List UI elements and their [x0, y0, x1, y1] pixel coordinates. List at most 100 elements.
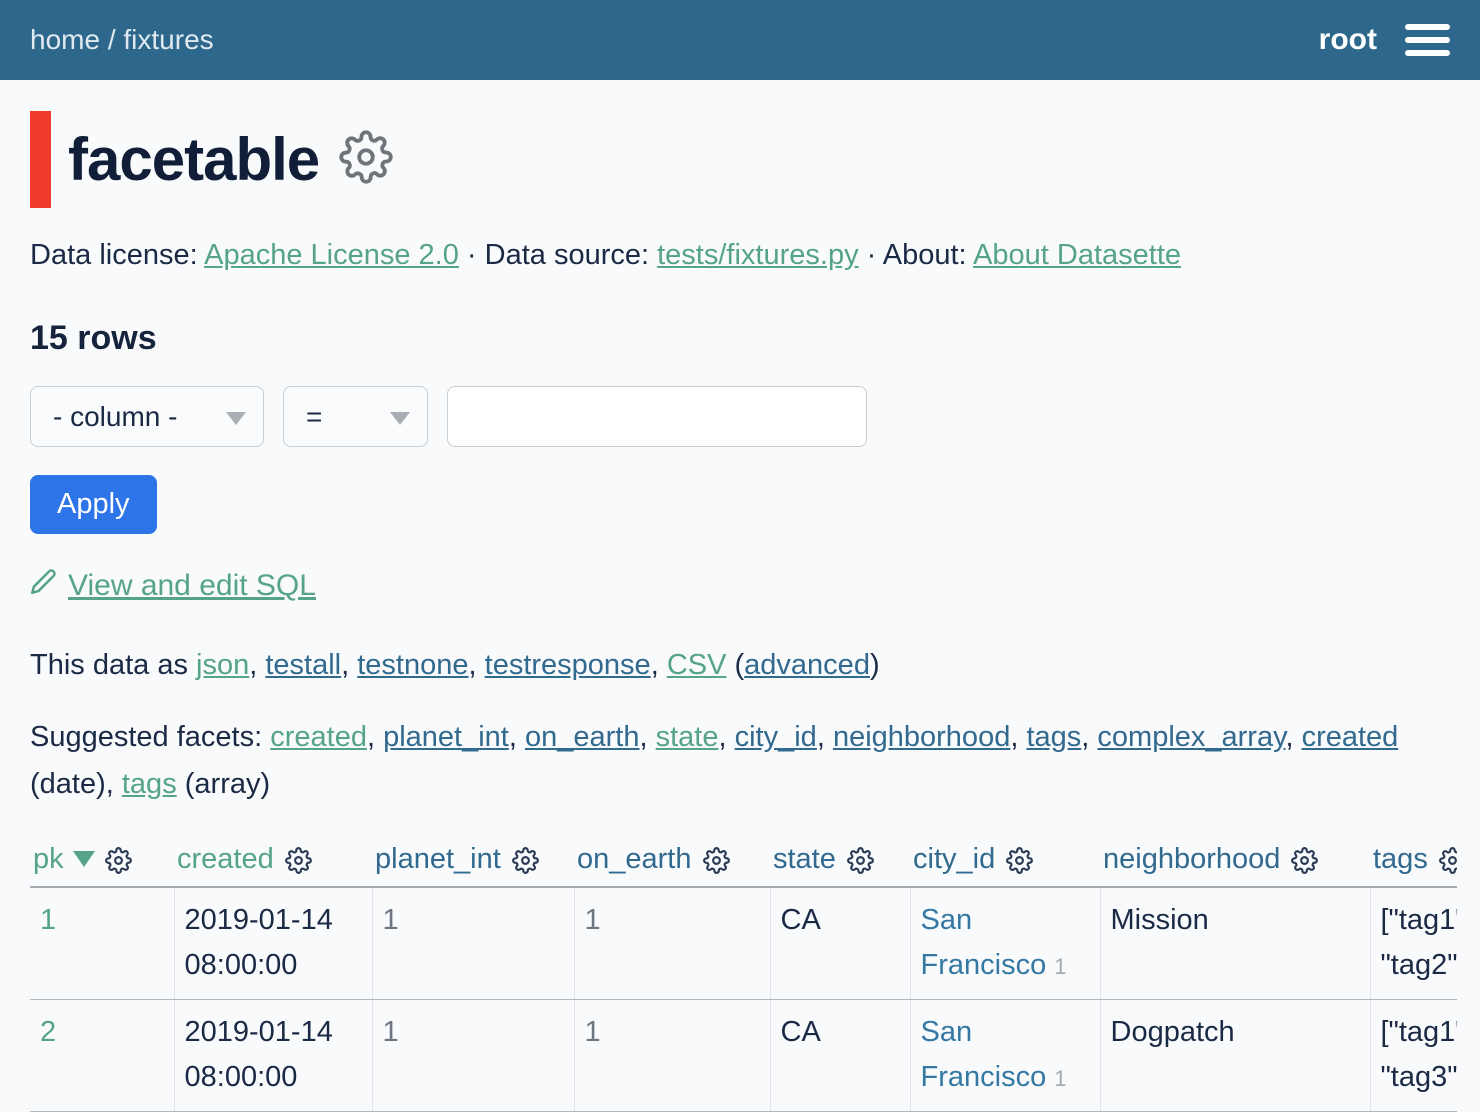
text-segment: , [817, 721, 833, 753]
column-header-link-city-id[interactable]: city_id [913, 843, 995, 875]
sql-link-row: View and edit SQL [30, 568, 1450, 603]
column-gear-icon[interactable] [512, 847, 539, 874]
link-on-earth[interactable]: on_earth [525, 721, 640, 753]
cell-tags: ["tag1", "tag2"] [1370, 887, 1457, 1000]
filter-row: - column - = [30, 386, 1450, 447]
cell-on-earth: 1 [574, 1000, 770, 1112]
column-header-link-planet-int[interactable]: planet_int [375, 843, 501, 875]
table-row: 12019-01-14 08:00:0011CASan Francisco1Mi… [30, 887, 1457, 1000]
title-row: facetable [30, 111, 1450, 208]
column-gear-icon[interactable] [1006, 847, 1033, 874]
filter-operator-selected-value: = [306, 401, 322, 433]
text-segment: , [1285, 721, 1301, 753]
column-header-city-id: city_id [910, 837, 1100, 887]
chevron-down-icon [390, 412, 410, 425]
link-tests-fixtures-py[interactable]: tests/fixtures.py [657, 239, 858, 271]
cell-link-san-francisco[interactable]: San Francisco [921, 904, 1047, 981]
cell-link-san-francisco[interactable]: San Francisco [921, 1016, 1047, 1093]
link-json[interactable]: json [196, 649, 249, 681]
top-navigation-bar: home / fixtures root [0, 0, 1480, 80]
column-header-state: state [770, 837, 910, 887]
filter-value-input[interactable] [447, 386, 867, 447]
cell-planet-int: 1 [372, 1000, 574, 1112]
link-csv[interactable]: CSV [667, 649, 727, 681]
text-segment: , [1010, 721, 1026, 753]
cell-city-id: San Francisco1 [910, 887, 1100, 1000]
topbar-right: root [1319, 20, 1450, 60]
link-created[interactable]: created [1302, 721, 1399, 753]
text-segment: · [859, 239, 883, 271]
hamburger-menu-icon[interactable] [1405, 20, 1450, 60]
text-segment: (array) [177, 768, 270, 800]
link-testresponse[interactable]: testresponse [485, 649, 651, 681]
results-table-wrapper: pk created planet_int on_earth state city… [30, 837, 1457, 1112]
cell-neighborhood: Mission [1100, 887, 1370, 1000]
column-gear-icon[interactable] [847, 847, 874, 874]
column-header-planet-int: planet_int [372, 837, 574, 887]
link-testall[interactable]: testall [265, 649, 341, 681]
link-state[interactable]: state [656, 721, 719, 753]
link-neighborhood[interactable]: neighborhood [833, 721, 1010, 753]
row-count: 15 rows [30, 319, 1450, 358]
cell-pk: 2 [30, 1000, 174, 1112]
column-header-link-created[interactable]: created [177, 843, 274, 875]
column-gear-icon[interactable] [1291, 847, 1318, 874]
pencil-icon [30, 568, 57, 603]
link-about-datasette[interactable]: About Datasette [973, 239, 1181, 271]
link-apache-license-2-0[interactable]: Apache License 2.0 [204, 239, 459, 271]
link-tags[interactable]: tags [1026, 721, 1081, 753]
cell-created: 2019-01-14 08:00:00 [174, 887, 372, 1000]
column-header-link-tags[interactable]: tags [1373, 843, 1428, 875]
cell-value: ["tag1", "tag2"] [1381, 904, 1458, 981]
table-settings-gear-icon[interactable] [339, 130, 393, 189]
title-accent-bar [30, 111, 51, 208]
column-header-link-on-earth[interactable]: on_earth [577, 843, 692, 875]
cell-value: 1 [585, 1016, 601, 1048]
text-segment: / [100, 24, 123, 55]
column-header-link-pk[interactable]: pk [33, 843, 64, 875]
cell-value: CA [781, 1016, 821, 1048]
link-fixtures[interactable]: fixtures [123, 24, 213, 55]
link-created[interactable]: created [270, 721, 367, 753]
text-segment: Suggested facets: [30, 721, 270, 753]
apply-button[interactable]: Apply [30, 475, 157, 534]
text-segment: , [249, 649, 265, 681]
filter-column-selected-value: - column - [53, 401, 177, 433]
cell-city-id: San Francisco 1 [910, 1000, 1100, 1112]
column-header-on-earth: on_earth [574, 837, 770, 887]
text-segment: (date), [30, 768, 122, 800]
link-advanced[interactable]: advanced [744, 649, 870, 681]
cell-link-2[interactable]: 2 [40, 1016, 56, 1048]
column-gear-icon[interactable] [285, 847, 312, 874]
suggested-facets-line: Suggested facets: created, planet_int, o… [30, 714, 1450, 808]
user-menu-root[interactable]: root [1319, 23, 1377, 57]
column-header-neighborhood: neighborhood [1100, 837, 1370, 887]
column-header-link-neighborhood[interactable]: neighborhood [1103, 843, 1280, 875]
column-gear-icon[interactable] [703, 847, 730, 874]
filter-column-select[interactable]: - column - [30, 386, 264, 447]
cell-link-1[interactable]: 1 [40, 904, 56, 936]
cell-state: CA [770, 1000, 910, 1112]
link-tags[interactable]: tags [122, 768, 177, 800]
link-planet-int[interactable]: planet_int [383, 721, 509, 753]
column-header-link-state[interactable]: state [773, 843, 836, 875]
column-gear-icon[interactable] [1439, 847, 1457, 874]
link-complex-array[interactable]: complex_array [1097, 721, 1285, 753]
cell-state: CA [770, 887, 910, 1000]
cell-value: 1 [383, 1016, 399, 1048]
link-testnone[interactable]: testnone [357, 649, 468, 681]
text-segment: , [469, 649, 485, 681]
main-content: facetable Data license: Apache License 2… [0, 111, 1480, 1112]
cell-count-suffix: 1 [1054, 1066, 1066, 1091]
link-home[interactable]: home [30, 24, 100, 55]
column-header-pk: pk [30, 837, 174, 887]
column-gear-icon[interactable] [105, 847, 132, 874]
filter-operator-select[interactable]: = [283, 386, 428, 447]
view-edit-sql-link[interactable]: View and edit SQL [68, 569, 316, 603]
cell-value: 1 [585, 904, 601, 936]
text-segment: ( [726, 649, 744, 681]
metadata-line: Data license: Apache License 2.0 · Data … [30, 235, 1450, 275]
table-body: 12019-01-14 08:00:0011CASan Francisco1Mi… [30, 887, 1457, 1112]
breadcrumb: home / fixtures [30, 24, 214, 56]
link-city-id[interactable]: city_id [735, 721, 817, 753]
